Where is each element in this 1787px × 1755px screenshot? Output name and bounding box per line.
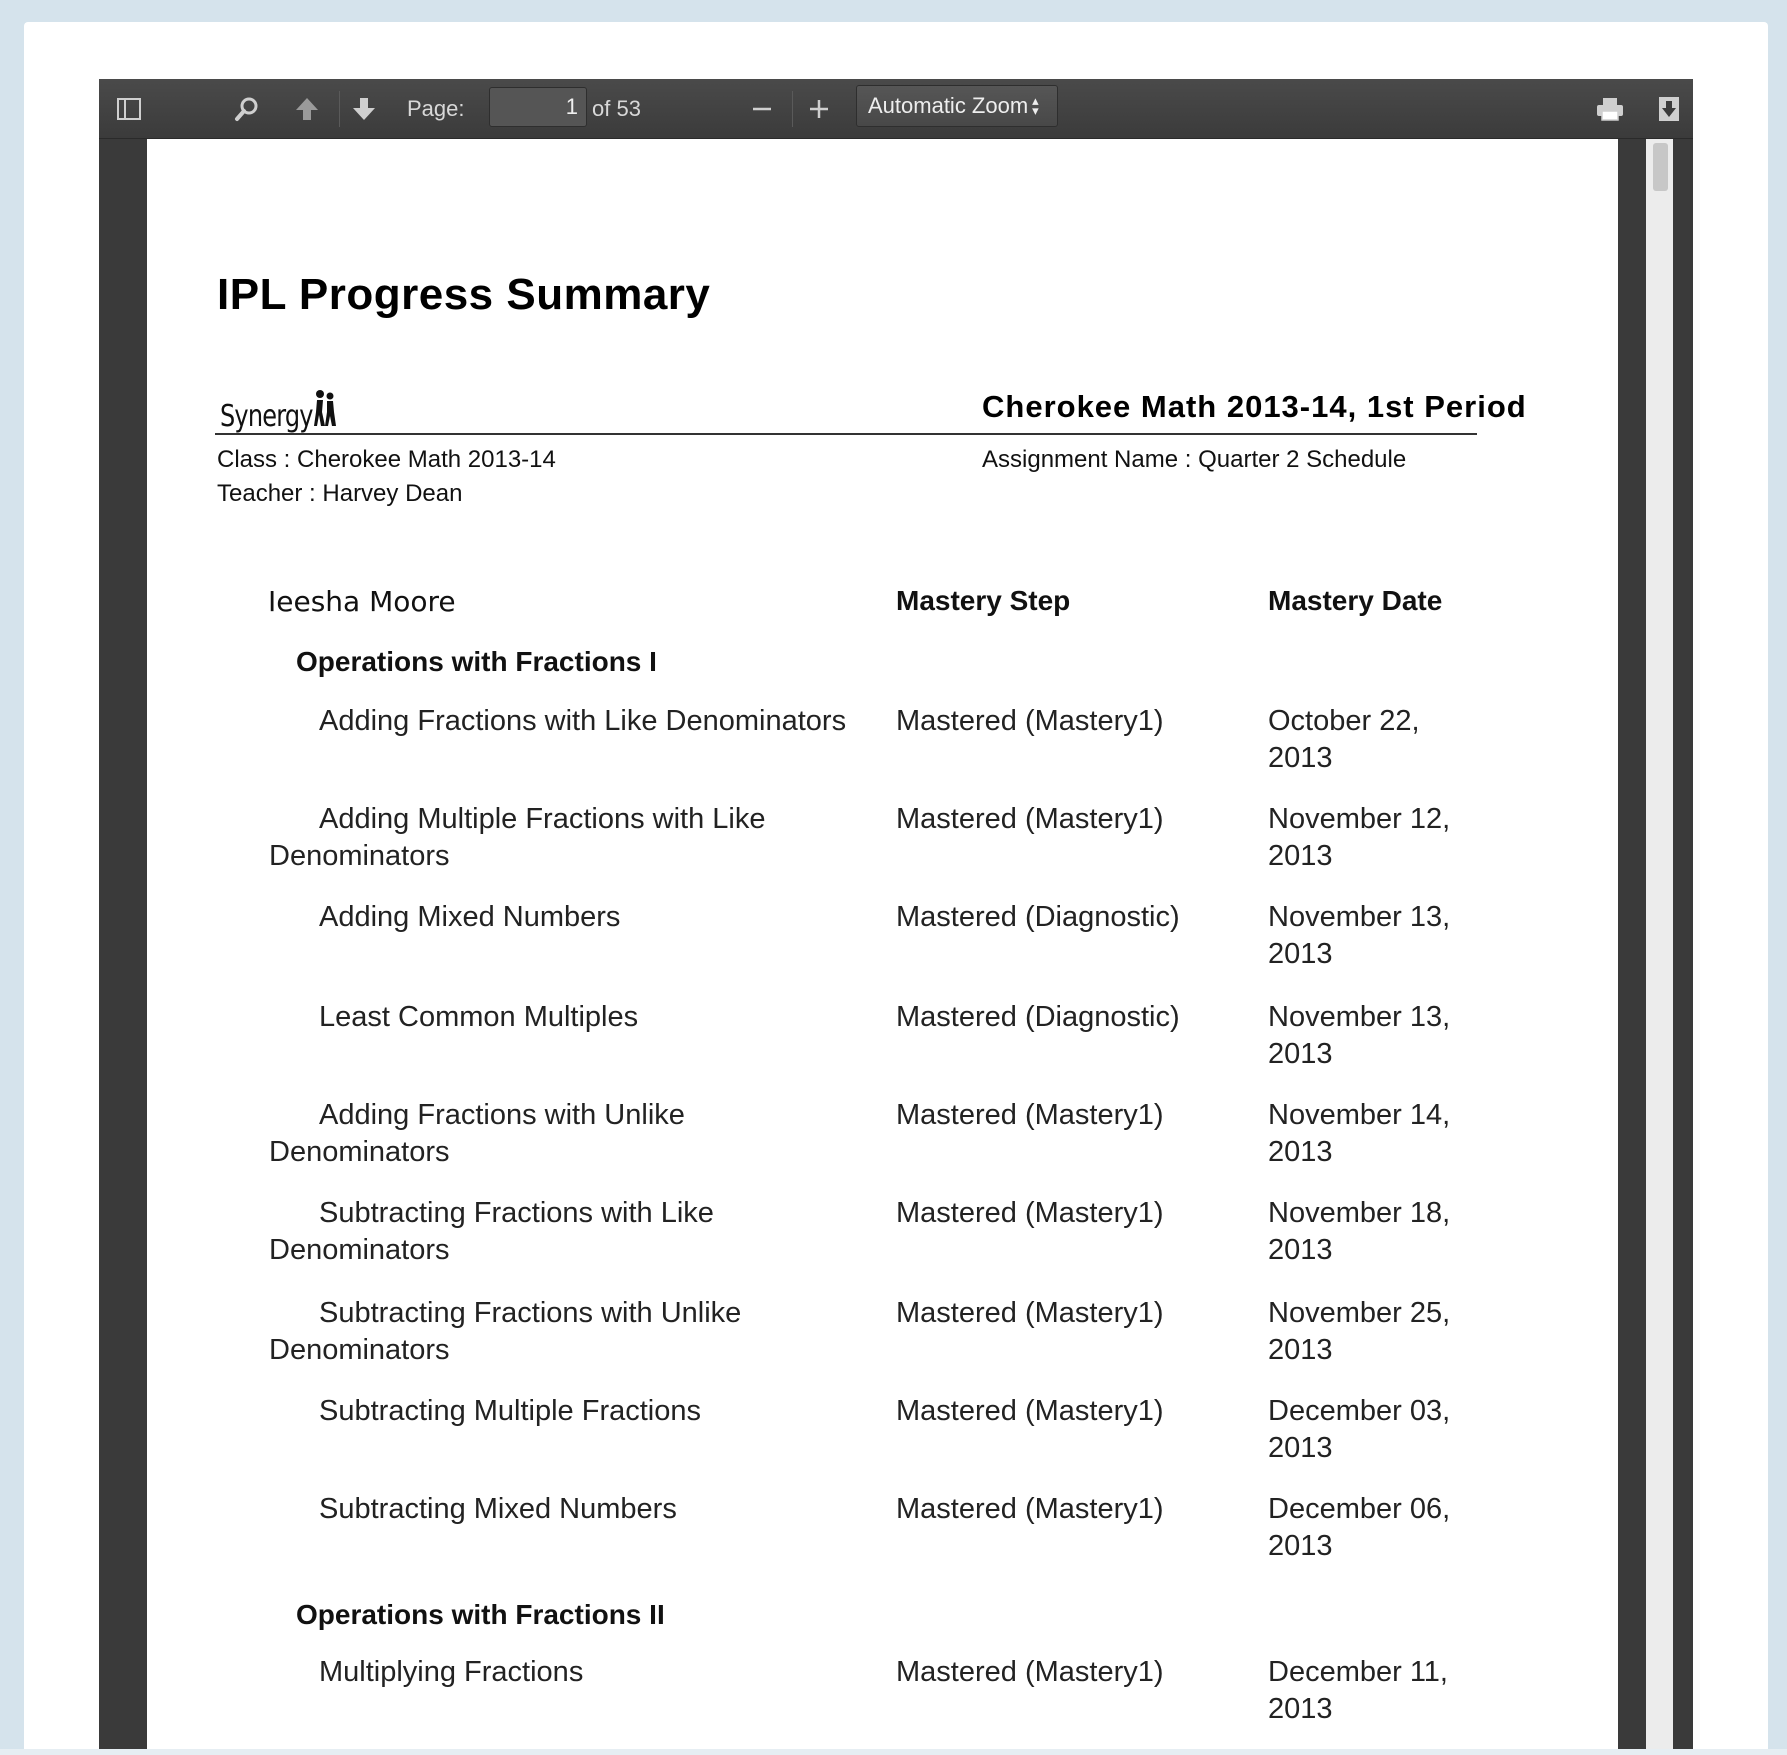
zoom-select-value: Automatic Zoom: [868, 93, 1029, 118]
mastery-step: Mastered (Mastery1): [896, 803, 1164, 835]
mastery-step: Mastered (Mastery1): [896, 1395, 1164, 1427]
mastery-step: Mastered (Mastery1): [896, 1493, 1164, 1525]
table-row: Subtracting Multiple Fractions Mastered …: [147, 1393, 1618, 1483]
skill-name: Adding Fractions with Unlike Denominator…: [269, 1099, 685, 1168]
mastery-date: October 22, 2013: [1268, 705, 1420, 774]
toolbar-separator: [792, 91, 793, 127]
scrollbar-thumb[interactable]: [1653, 143, 1668, 191]
header-rule: [215, 433, 1477, 435]
table-row: Adding Mixed Numbers Mastered (Diagnosti…: [147, 899, 1618, 989]
zoom-out-icon[interactable]: [744, 79, 780, 138]
window-bottom-edge: [0, 1749, 1787, 1755]
page-count: of 53: [592, 95, 641, 121]
table-row: Subtracting Fractions with Unlike Denomi…: [147, 1295, 1618, 1385]
skill-name: Subtracting Fractions with Unlike Denomi…: [269, 1297, 742, 1366]
next-page-icon[interactable]: [346, 79, 382, 138]
table-row: Multiplying Fractions Mastered (Mastery1…: [147, 1654, 1618, 1744]
previous-page-icon[interactable]: [289, 79, 325, 138]
zoom-select[interactable]: Automatic Zoom ▴ ▾: [856, 85, 1058, 127]
mastery-date: December 03, 2013: [1268, 1395, 1451, 1464]
vertical-scrollbar[interactable]: [1646, 139, 1673, 1755]
section-heading: Operations with Fractions II: [296, 1599, 665, 1630]
search-icon[interactable]: [229, 79, 265, 138]
sidebar-toggle-icon[interactable]: [111, 79, 147, 138]
logo-text: Synergy: [220, 399, 313, 434]
select-arrows-icon: ▴ ▾: [1032, 93, 1039, 118]
table-row: Adding Fractions with Unlike Denominator…: [147, 1097, 1618, 1187]
mastery-step: Mastered (Mastery1): [896, 1197, 1164, 1229]
mastery-step: Mastered (Mastery1): [896, 705, 1164, 737]
synergy-logo: Synergy: [220, 386, 338, 434]
mastery-step: Mastered (Mastery1): [896, 1099, 1164, 1131]
table-row: Least Common Multiples Mastered (Diagnos…: [147, 999, 1618, 1089]
logo-figures-icon: [313, 390, 336, 426]
skill-name: Subtracting Mixed Numbers: [319, 1493, 677, 1525]
skill-name: Adding Mixed Numbers: [319, 901, 621, 933]
table-row: Adding Fractions with Like Denominators …: [147, 703, 1618, 793]
zoom-in-icon[interactable]: [801, 79, 837, 138]
column-header-mastery-date: Mastery Date: [1268, 585, 1443, 616]
mastery-step: Mastered (Diagnostic): [896, 901, 1180, 933]
document-title: IPL Progress Summary: [217, 270, 711, 319]
class-line: Class : Cherokee Math 2013-14: [217, 446, 556, 473]
skill-name: Adding Multiple Fractions with Like Deno…: [269, 803, 766, 872]
table-row: Subtracting Mixed Numbers Mastered (Mast…: [147, 1491, 1618, 1581]
mastery-date: December 06, 2013: [1268, 1493, 1451, 1562]
page-number-input[interactable]: [489, 87, 587, 127]
section-heading: Operations with Fractions I: [296, 646, 657, 677]
mastery-date: December 11, 2013: [1268, 1656, 1448, 1725]
mastery-step: Mastered (Diagnostic): [896, 1001, 1180, 1033]
table-row: Adding Multiple Fractions with Like Deno…: [147, 801, 1618, 891]
mastery-date: November 12, 2013: [1268, 803, 1451, 872]
skill-name: Least Common Multiples: [319, 1001, 639, 1033]
class-period-title: Cherokee Math 2013-14, 1st Period: [982, 389, 1527, 424]
download-icon[interactable]: [1651, 79, 1687, 138]
pdf-page: IPL Progress Summary Synergy Cherokee Ma…: [147, 139, 1618, 1755]
mastery-date: November 13, 2013: [1268, 901, 1451, 970]
assignment-line: Assignment Name : Quarter 2 Schedule: [982, 446, 1407, 473]
mastery-date: November 25, 2013: [1268, 1297, 1451, 1366]
skill-name: Adding Fractions with Like Denominators: [319, 705, 847, 737]
student-name: Ieesha Moore: [268, 585, 456, 618]
mastery-step: Mastered (Mastery1): [896, 1297, 1164, 1329]
skill-name: Subtracting Fractions with Like Denomina…: [269, 1197, 714, 1266]
page-label: Page:: [407, 95, 465, 121]
mastery-step: Mastered (Mastery1): [896, 1656, 1164, 1688]
mastery-date: November 13, 2013: [1268, 1001, 1451, 1070]
mastery-date: November 18, 2013: [1268, 1197, 1451, 1266]
browser-content-frame: Page: of 53 Automatic Zoom ▴▾ IPL Progre…: [24, 22, 1768, 1755]
column-header-mastery-step: Mastery Step: [896, 585, 1071, 616]
teacher-line: Teacher : Harvey Dean: [217, 480, 463, 507]
toolbar-separator: [339, 91, 340, 127]
skill-name: Subtracting Multiple Fractions: [319, 1395, 701, 1427]
skill-name: Multiplying Fractions: [319, 1656, 584, 1688]
pdf-viewer: Page: of 53 Automatic Zoom ▴▾ IPL Progre…: [99, 79, 1693, 1755]
print-icon[interactable]: [1590, 79, 1630, 138]
table-row: Subtracting Fractions with Like Denomina…: [147, 1195, 1618, 1285]
pdf-toolbar: Page: of 53 Automatic Zoom ▴▾: [99, 79, 1693, 139]
mastery-date: November 14, 2013: [1268, 1099, 1451, 1168]
